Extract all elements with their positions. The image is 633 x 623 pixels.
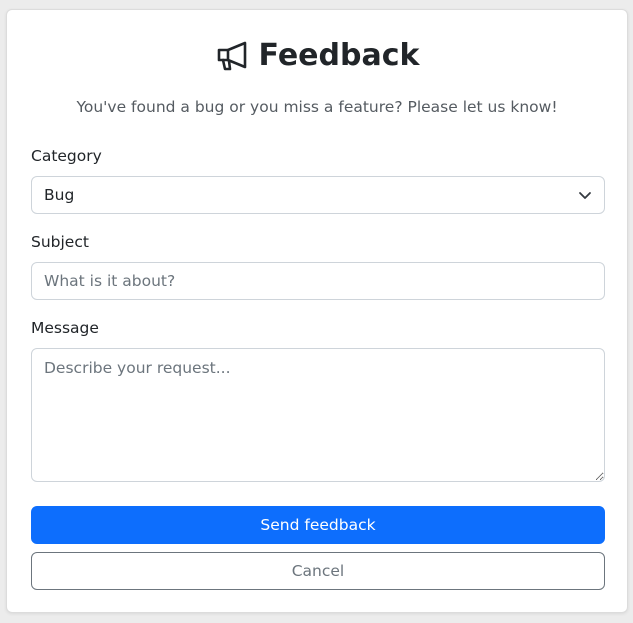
cancel-button[interactable]: Cancel: [31, 552, 605, 590]
category-label: Category: [31, 147, 102, 165]
subject-input[interactable]: [31, 262, 605, 300]
chevron-down-icon: [578, 188, 592, 202]
feedback-card: Feedback You've found a bug or you miss …: [6, 9, 628, 613]
page-title: Feedback: [258, 38, 420, 73]
subject-label: Subject: [31, 233, 89, 251]
category-selected-value: Bug: [44, 186, 75, 204]
send-feedback-button[interactable]: Send feedback: [31, 506, 605, 544]
page-subtitle: You've found a bug or you miss a feature…: [76, 98, 558, 116]
message-label: Message: [31, 319, 99, 337]
megaphone-icon: [215, 40, 251, 72]
category-select[interactable]: Bug: [31, 176, 605, 214]
message-textarea[interactable]: [31, 348, 605, 482]
title-row: Feedback: [7, 34, 627, 78]
